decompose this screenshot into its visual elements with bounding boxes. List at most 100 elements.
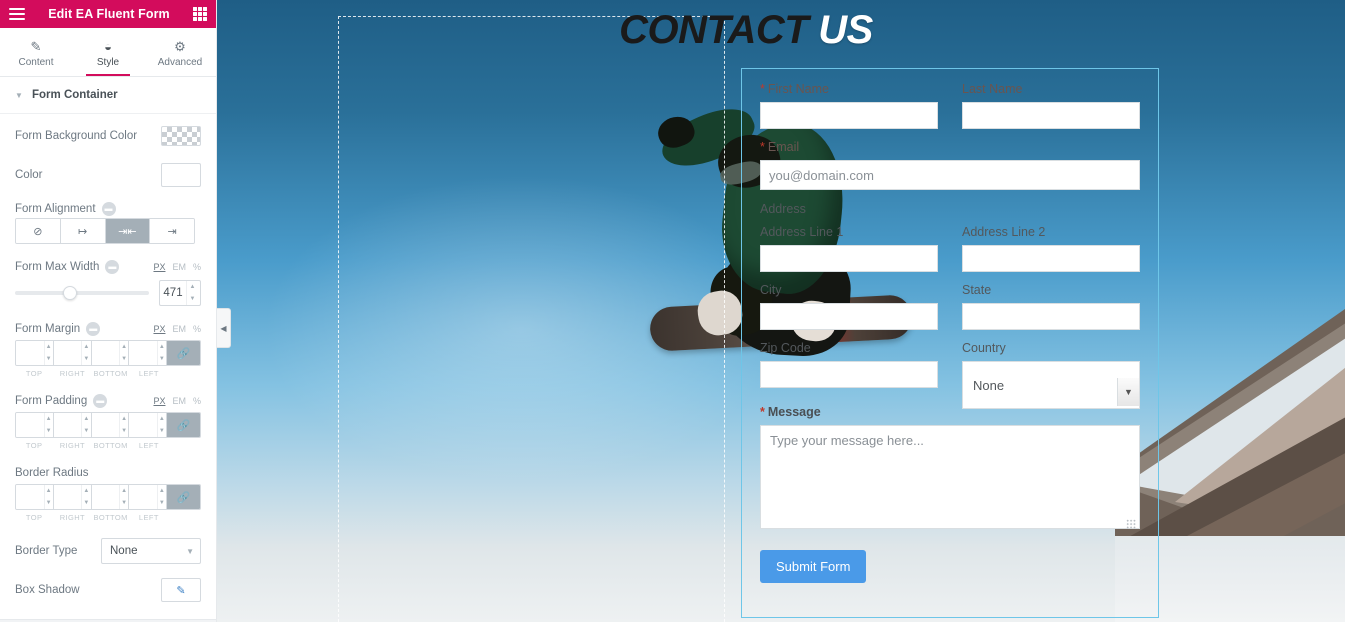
last-name-input[interactable] (962, 102, 1140, 129)
tab-style[interactable]: ◒ Style (72, 28, 144, 76)
submit-form-button[interactable]: Submit Form (760, 550, 867, 583)
control-border-radius: Border Radius ▲ ▼ ▲ ▼ ▲ ▼ ▲ ▼ 🔗 TOP RIGHT BO… (15, 464, 201, 522)
form-max-width-units: PX EM % (153, 262, 201, 272)
stepper-up-icon[interactable]: ▲ (45, 341, 53, 353)
padding-bottom-input[interactable] (91, 419, 120, 431)
form-padding-label-row: Form Padding ▬ (15, 394, 108, 408)
form-max-width-label-row: Form Max Width ▬ (15, 260, 120, 274)
stepper-up-icon[interactable]: ▲ (187, 281, 198, 293)
radius-top-input[interactable] (16, 491, 44, 503)
align-right-button[interactable]: ⇥ (150, 219, 194, 243)
country-select[interactable]: None (962, 361, 1140, 409)
stepper-up-icon[interactable]: ▲ (158, 485, 166, 497)
stepper-down-icon[interactable]: ▼ (82, 353, 90, 365)
box-shadow-edit-button[interactable]: ✎ (161, 578, 201, 602)
tab-advanced[interactable]: ⚙ Advanced (144, 28, 216, 76)
zip-code-input[interactable] (760, 361, 938, 388)
stepper-down-icon[interactable]: ▼ (120, 353, 128, 365)
margin-left-input[interactable] (129, 347, 157, 359)
panel-body: Form Background Color Color Form Alignme… (0, 119, 216, 607)
message-textarea[interactable] (760, 425, 1140, 529)
unit-percent[interactable]: % (193, 324, 201, 334)
unit-px[interactable]: PX (153, 396, 165, 406)
radius-left-input[interactable] (129, 491, 157, 503)
email-input[interactable] (760, 160, 1140, 190)
stepper-up-icon[interactable]: ▲ (45, 485, 53, 497)
color-swatch[interactable] (161, 163, 201, 187)
first-name-input[interactable] (760, 102, 938, 129)
city-input[interactable] (760, 303, 938, 330)
stepper-down-icon[interactable]: ▼ (120, 425, 128, 437)
address-line-2-input[interactable] (962, 245, 1140, 272)
form-max-width-slider[interactable] (15, 286, 149, 300)
responsive-device-icon[interactable]: ▬ (93, 394, 108, 408)
border-type-select[interactable]: None (101, 538, 201, 564)
stepper-up-icon[interactable]: ▲ (82, 413, 90, 425)
margin-link-values-icon[interactable]: 🔗 (167, 341, 200, 365)
align-left-button[interactable]: ↦ (60, 219, 106, 243)
stepper-up-icon[interactable]: ▲ (45, 413, 53, 425)
form-inner: *First Name Last Name *Email Addre (742, 69, 1158, 599)
state-input[interactable] (962, 303, 1140, 330)
hamburger-icon[interactable] (9, 8, 25, 20)
radius-bottom-input[interactable] (91, 491, 120, 503)
form-margin-label: Form Margin (15, 323, 81, 335)
stepper-down-icon[interactable]: ▼ (45, 497, 53, 509)
responsive-device-icon[interactable]: ▬ (105, 260, 120, 274)
panel-header: Edit EA Fluent Form (0, 0, 216, 28)
stepper-down-icon[interactable]: ▼ (45, 353, 53, 365)
section-form-container[interactable]: ▼ Form Container (0, 77, 216, 114)
padding-link-values-icon[interactable]: 🔗 (167, 413, 200, 437)
stepper-down-icon[interactable]: ▼ (187, 293, 198, 305)
panel-collapse-handle[interactable]: ◀ (217, 308, 231, 348)
responsive-device-icon[interactable]: ▬ (86, 322, 101, 336)
stepper-down-icon[interactable]: ▼ (82, 425, 90, 437)
stepper-down-icon[interactable]: ▼ (120, 497, 128, 509)
unit-em[interactable]: EM (172, 324, 186, 334)
stepper-down-icon[interactable]: ▼ (82, 497, 90, 509)
stepper-up-icon[interactable]: ▲ (158, 413, 166, 425)
unit-percent[interactable]: % (193, 262, 201, 272)
grid-icon[interactable] (193, 7, 207, 21)
unit-percent[interactable]: % (193, 396, 201, 406)
stepper-down-icon[interactable]: ▼ (45, 425, 53, 437)
stepper-down-icon[interactable]: ▼ (158, 497, 166, 509)
stepper-up-icon[interactable]: ▲ (158, 341, 166, 353)
margin-right-input[interactable] (53, 347, 82, 359)
tab-content[interactable]: ✎ Content (0, 28, 72, 76)
margin-bottom-label: BOTTOM (93, 369, 128, 378)
stepper-up-icon[interactable]: ▲ (120, 485, 128, 497)
field-address-line-2: Address Line 2 (962, 224, 1140, 272)
form-background-color-swatch[interactable] (161, 126, 201, 146)
radius-right-input[interactable] (53, 491, 82, 503)
stepper-down-icon[interactable]: ▼ (158, 425, 166, 437)
form-padding-side-labels: TOP RIGHT BOTTOM LEFT (15, 441, 201, 450)
responsive-device-icon[interactable]: ▬ (101, 202, 116, 216)
stepper-up-icon[interactable]: ▲ (120, 341, 128, 353)
required-marker: * (760, 82, 765, 96)
border-radius-label: Border Radius (15, 467, 89, 479)
unit-px[interactable]: PX (153, 262, 165, 272)
unit-em[interactable]: EM (172, 396, 186, 406)
form-margin-inputs: ▲ ▼ ▲ ▼ ▲ ▼ ▲ ▼ 🔗 (15, 340, 201, 366)
radius-link-values-icon[interactable]: 🔗 (167, 485, 200, 509)
padding-left-input[interactable] (129, 419, 157, 431)
field-email: * Email (760, 139, 1140, 190)
margin-top-input[interactable] (16, 347, 44, 359)
unit-px[interactable]: PX (153, 324, 165, 334)
slider-knob[interactable] (63, 286, 77, 300)
address-line-1-input[interactable] (760, 245, 938, 272)
stepper-down-icon[interactable]: ▼ (158, 353, 166, 365)
stepper-up-icon[interactable]: ▲ (82, 341, 90, 353)
unit-em[interactable]: EM (172, 262, 186, 272)
padding-top-input[interactable] (16, 419, 44, 431)
padding-right-input[interactable] (53, 419, 82, 431)
align-none-button[interactable]: ⊘ (16, 219, 61, 243)
stepper-up-icon[interactable]: ▲ (82, 485, 90, 497)
margin-right-label: RIGHT (59, 369, 86, 378)
fluent-form-widget[interactable]: *First Name Last Name *Email Addre (741, 68, 1159, 618)
stepper-up-icon[interactable]: ▲ (120, 413, 128, 425)
form-max-width-input[interactable] (160, 287, 186, 299)
margin-bottom-input[interactable] (91, 347, 120, 359)
align-center-button[interactable]: ⇥⇤ (105, 219, 151, 243)
